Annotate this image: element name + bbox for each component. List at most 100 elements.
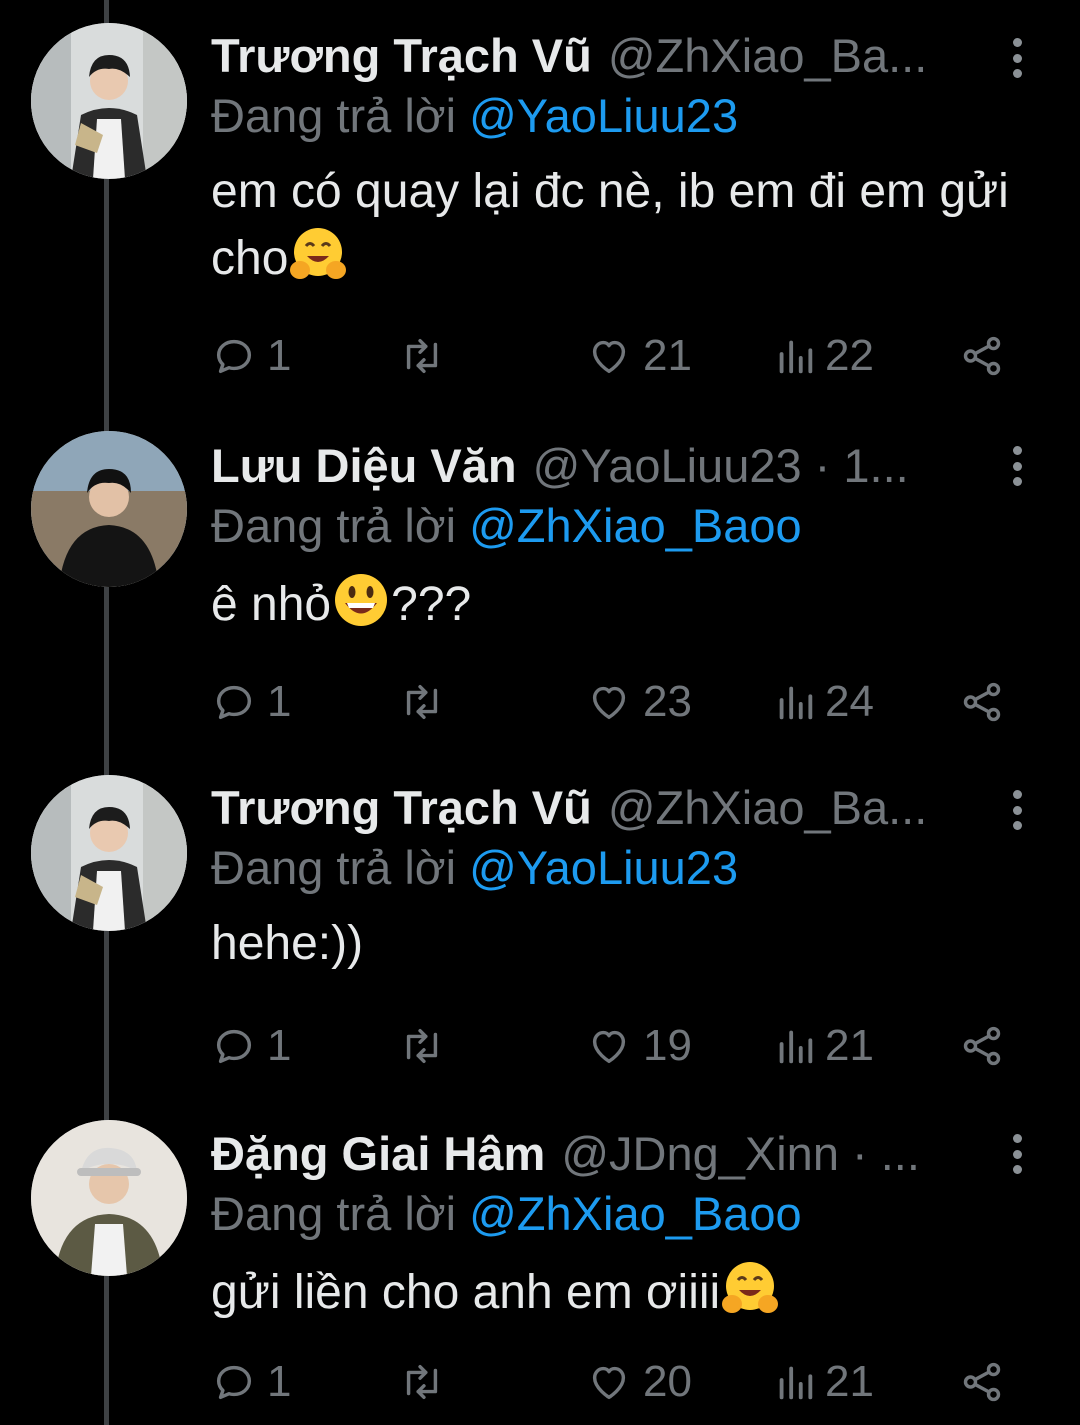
share-button[interactable] xyxy=(959,1352,1005,1412)
replying-to-line: Đang trả lời @YaoLiuu23 xyxy=(211,838,1011,898)
retweet-icon xyxy=(406,1364,438,1400)
like-button[interactable]: 19 xyxy=(585,1016,692,1076)
retweet-icon xyxy=(406,684,438,720)
like-count: 21 xyxy=(643,331,692,380)
display-name[interactable]: Trương Trạch Vũ xyxy=(211,26,592,86)
tweet-actions: 1 19 21 xyxy=(211,1016,1031,1076)
avatar[interactable] xyxy=(31,1120,187,1276)
tweet-actions: 1 21 22 xyxy=(211,326,1031,386)
views-count: 24 xyxy=(825,677,874,726)
share-button[interactable] xyxy=(959,672,1005,732)
tweet-text-body: ê nhỏ xyxy=(211,578,332,631)
tweet-3[interactable]: Trương Trạch Vũ @ZhXiao_Ba... Đang trả l… xyxy=(0,752,1080,1092)
tweet-header: Trương Trạch Vũ @ZhXiao_Ba... xyxy=(211,26,1011,86)
like-count: 20 xyxy=(643,1357,692,1406)
tweet-actions: 1 20 21 xyxy=(211,1352,1031,1412)
tweet-text-body: gửi liền cho anh em ơiiii xyxy=(211,1266,721,1319)
replying-to-line: Đang trả lời @ZhXiao_Baoo xyxy=(211,496,1011,556)
reply-button[interactable]: 1 xyxy=(211,1352,291,1412)
user-handle[interactable]: @JDng_Xinn · ... xyxy=(561,1124,920,1184)
more-options-icon[interactable] xyxy=(1002,38,1032,78)
replying-to-handle[interactable]: @YaoLiuu23 xyxy=(469,841,738,894)
more-options-icon[interactable] xyxy=(1002,790,1032,830)
retweet-button[interactable] xyxy=(397,672,447,732)
retweet-button[interactable] xyxy=(397,1016,447,1076)
tweet-content: Trương Trạch Vũ @ZhXiao_Ba... Đang trả l… xyxy=(211,778,1011,976)
tweet-text: ê nhỏ ??? xyxy=(211,570,1011,637)
like-icon xyxy=(592,340,626,374)
tweet-text: hehe:)) xyxy=(211,912,1011,976)
user-handle[interactable]: @ZhXiao_Ba... xyxy=(608,778,927,838)
replying-to-handle[interactable]: @ZhXiao_Baoo xyxy=(469,1187,802,1240)
retweet-icon xyxy=(406,1028,438,1064)
hugging-face-emoji-icon xyxy=(722,1262,779,1313)
views-button[interactable]: 22 xyxy=(775,326,874,386)
more-options-icon[interactable] xyxy=(1002,446,1032,486)
avatar[interactable] xyxy=(31,431,187,587)
retweet-button[interactable] xyxy=(397,326,447,386)
retweet-button[interactable] xyxy=(397,1352,447,1412)
avatar-photo-icon xyxy=(31,431,187,587)
like-icon xyxy=(592,686,626,720)
share-icon xyxy=(963,1026,1001,1066)
views-icon xyxy=(779,340,813,374)
views-count: 21 xyxy=(825,1021,874,1070)
tweet-1[interactable]: Trương Trạch Vũ @ZhXiao_Ba... Đang trả l… xyxy=(0,0,1080,400)
reply-icon xyxy=(216,339,252,374)
reply-icon xyxy=(216,1365,252,1400)
reply-count: 1 xyxy=(267,1021,292,1070)
reply-count: 1 xyxy=(267,1357,292,1406)
like-icon xyxy=(592,1366,626,1400)
replying-to-handle[interactable]: @ZhXiao_Baoo xyxy=(469,499,802,552)
replying-to-label: Đang trả lời xyxy=(211,841,470,894)
user-handle[interactable]: @YaoLiuu23 · 1... xyxy=(533,436,909,496)
tweet-2[interactable]: Lưu Diệu Văn @YaoLiuu23 · 1... Đang trả … xyxy=(0,410,1080,750)
tweet-header: Lưu Diệu Văn @YaoLiuu23 · 1... xyxy=(211,436,1011,496)
like-button[interactable]: 21 xyxy=(585,326,692,386)
reply-thread: Trương Trạch Vũ @ZhXiao_Ba... Đang trả l… xyxy=(0,0,1080,1425)
share-button[interactable] xyxy=(959,326,1005,386)
replying-to-label: Đang trả lời xyxy=(211,89,470,142)
replying-to-line: Đang trả lời @ZhXiao_Baoo xyxy=(211,1184,1011,1244)
avatar-photo-icon xyxy=(31,23,187,179)
smiling-face-emoji-icon xyxy=(335,574,388,626)
hugging-face-emoji-icon xyxy=(290,228,347,279)
tweet-content: Đặng Giai Hâm @JDng_Xinn · ... Đang trả … xyxy=(211,1124,1011,1325)
tweet-content: Lưu Diệu Văn @YaoLiuu23 · 1... Đang trả … xyxy=(211,436,1011,637)
tweet-text: em có quay lại đc nè, ib em đi em gửi ch… xyxy=(211,160,1011,291)
display-name[interactable]: Lưu Diệu Văn xyxy=(211,436,517,496)
like-button[interactable]: 23 xyxy=(585,672,692,732)
tweet-4[interactable]: Đặng Giai Hâm @JDng_Xinn · ... Đang trả … xyxy=(0,1098,1080,1425)
share-icon xyxy=(963,336,1001,376)
avatar[interactable] xyxy=(31,775,187,931)
replying-to-label: Đang trả lời xyxy=(211,499,470,552)
views-count: 21 xyxy=(825,1357,874,1406)
display-name[interactable]: Trương Trạch Vũ xyxy=(211,778,592,838)
views-button[interactable]: 24 xyxy=(775,672,874,732)
retweet-icon xyxy=(406,338,438,374)
reply-icon xyxy=(216,685,252,720)
tweet-header: Trương Trạch Vũ @ZhXiao_Ba... xyxy=(211,778,1011,838)
share-icon xyxy=(963,682,1001,722)
tweet-header: Đặng Giai Hâm @JDng_Xinn · ... xyxy=(211,1124,1011,1184)
views-button[interactable]: 21 xyxy=(775,1352,874,1412)
reply-button[interactable]: 1 xyxy=(211,672,291,732)
replying-to-line: Đang trả lời @YaoLiuu23 xyxy=(211,86,1011,146)
user-handle[interactable]: @ZhXiao_Ba... xyxy=(608,26,927,86)
replying-to-handle[interactable]: @YaoLiuu23 xyxy=(469,89,738,142)
reply-button[interactable]: 1 xyxy=(211,1016,291,1076)
like-count: 23 xyxy=(643,677,692,726)
views-count: 22 xyxy=(825,331,874,380)
reply-button[interactable]: 1 xyxy=(211,326,291,386)
views-button[interactable]: 21 xyxy=(775,1016,874,1076)
avatar-photo-icon xyxy=(31,775,187,931)
share-button[interactable] xyxy=(959,1016,1005,1076)
avatar[interactable] xyxy=(31,23,187,179)
tweet-content: Trương Trạch Vũ @ZhXiao_Ba... Đang trả l… xyxy=(211,26,1011,291)
avatar-photo-icon xyxy=(31,1120,187,1276)
tweet-text: gửi liền cho anh em ơiiii xyxy=(211,1258,1011,1325)
like-button[interactable]: 20 xyxy=(585,1352,692,1412)
more-options-icon[interactable] xyxy=(1002,1134,1032,1174)
views-icon xyxy=(779,1030,813,1064)
display-name[interactable]: Đặng Giai Hâm xyxy=(211,1124,545,1184)
